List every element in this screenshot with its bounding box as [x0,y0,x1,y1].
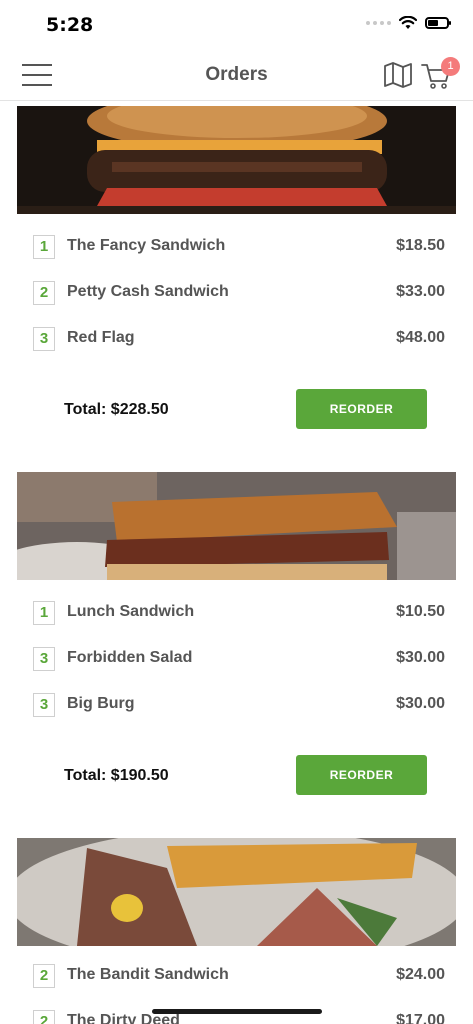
order-total: Total: $228.50 [64,401,169,418]
toasted-sandwich-photo [17,472,456,580]
item-price: $18.50 [396,237,445,254]
item-name: Red Flag [67,329,135,346]
item-name: Petty Cash Sandwich [67,283,229,300]
item-price: $33.00 [396,283,445,300]
order-total: Total: $190.50 [64,767,169,784]
item-name: Big Burg [67,695,135,712]
order-image-burger [17,106,456,214]
item-price: $10.50 [396,603,445,620]
orders-list[interactable]: 1 The Fancy Sandwich $18.50 2 Petty Cash… [0,101,473,1024]
item-quantity: 3 [33,647,55,671]
status-bar: 5:28 [0,0,473,50]
item-quantity: 2 [33,281,55,305]
order-item-row: 3 Big Burg $30.00 [33,693,445,719]
cart-count-badge: 1 [441,57,460,76]
item-name: Forbidden Salad [67,649,193,666]
wifi-icon [399,16,417,29]
item-price: $24.00 [396,966,445,983]
item-name: The Bandit Sandwich [67,966,229,983]
order-image-sandwich [17,472,456,580]
order-item-row: 2 The Bandit Sandwich $24.00 [33,964,445,990]
item-quantity: 3 [33,327,55,351]
item-quantity: 2 [33,1010,55,1024]
order-image-club [17,838,456,946]
order-item-row: 2 Petty Cash Sandwich $33.00 [33,281,445,307]
item-price: $48.00 [396,329,445,346]
item-quantity: 2 [33,964,55,988]
order-item-row: 1 The Fancy Sandwich $18.50 [33,235,445,261]
item-quantity: 3 [33,693,55,717]
item-name: Lunch Sandwich [67,603,195,620]
order-item-row: 1 Lunch Sandwich $10.50 [33,601,445,627]
order-item-row: 3 Red Flag $48.00 [33,327,445,353]
item-quantity: 1 [33,601,55,625]
map-icon[interactable] [383,61,413,89]
cellular-signal-icon [366,21,391,25]
item-price: $17.00 [396,1012,445,1024]
item-price: $30.00 [396,695,445,712]
reorder-button[interactable]: REORDER [296,755,427,795]
reorder-button[interactable]: REORDER [296,389,427,429]
item-price: $30.00 [396,649,445,666]
status-icons [366,16,451,30]
nav-bar: Orders [0,50,473,101]
item-name: The Fancy Sandwich [67,237,226,254]
home-indicator[interactable] [152,1009,322,1014]
club-sandwich-fries-photo [17,838,456,946]
burger-photo [17,106,456,214]
item-quantity: 1 [33,235,55,259]
battery-icon [425,17,451,29]
order-item-row: 3 Forbidden Salad $30.00 [33,647,445,673]
status-time: 5:28 [46,14,94,36]
